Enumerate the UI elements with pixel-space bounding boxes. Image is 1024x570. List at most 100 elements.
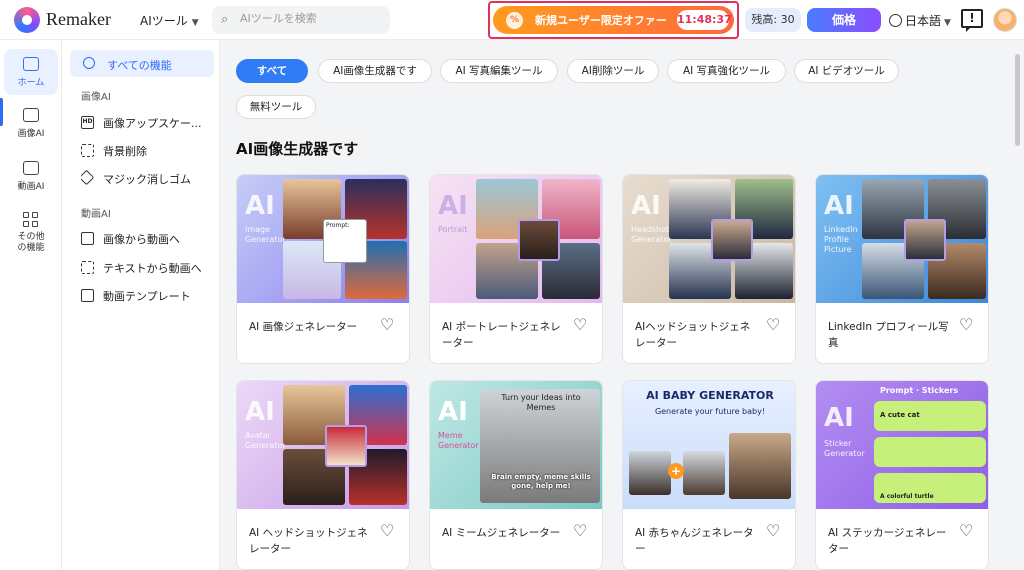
rail-item-home[interactable]: ホーム (4, 49, 58, 95)
card-title: AI ポートレートジェネレーター (442, 321, 561, 349)
card-title: AI ミームジェネレーター (442, 527, 561, 539)
favorite-heart-icon[interactable]: ♡ (959, 315, 973, 334)
video-icon (23, 161, 39, 175)
rail-item-other[interactable]: その他の機能 (4, 212, 58, 260)
tool-card-ai-headshot-generator[interactable]: AI Headshot Generator AIヘッドショットジェネレーター ♡ (622, 174, 796, 364)
sidebar-item-label: 画像アップスケー... (103, 117, 202, 130)
rail-item-image-ai[interactable]: 画像AI (4, 108, 58, 148)
favorite-heart-icon[interactable]: ♡ (766, 521, 780, 540)
eraser-icon (81, 169, 95, 186)
scrollbar-thumb[interactable] (1015, 54, 1020, 146)
card-thumbnail: AI Sticker Generator Prompt · Stickers A… (816, 381, 988, 509)
prompt-box: Prompt: (323, 219, 367, 263)
card-title: AI 画像ジェネレーター (249, 321, 358, 333)
rail-item-label: 動画AI (17, 182, 45, 192)
tool-card-ai-avatar-generator[interactable]: AI Avatar Generator AI ヘッドショットジェネレーター ♡ (236, 380, 410, 570)
thumb-caption: Sticker Generator (824, 439, 865, 458)
card-thumbnail: AI Image Generator Prompt: (237, 175, 409, 303)
sticker-prompt: A colorful turtle (880, 493, 934, 500)
sidebar-item-magic-eraser[interactable]: マジック消しゴム (81, 169, 216, 189)
user-avatar[interactable] (993, 8, 1017, 32)
sidebar-item-text-to-video[interactable]: テキストから動画へ (81, 258, 216, 278)
image-to-video-icon (81, 232, 94, 245)
template-grid-icon (81, 289, 94, 302)
meme-caption-top: Turn your Ideas into Memes (501, 393, 581, 412)
ai-tools-dropdown[interactable]: AIツール ▼ (140, 12, 199, 29)
sidebar-item-video-templates[interactable]: 動画テンプレート (81, 286, 216, 306)
language-label: 日本語 (905, 14, 942, 28)
sidebar-item-label: 動画テンプレート (103, 290, 191, 303)
search-input[interactable] (240, 12, 380, 25)
promo-countdown-timer: 11:48:37 (677, 10, 732, 30)
card-title: AI ステッカージェネレーター (828, 527, 947, 555)
sidebar-item-label: 画像から動画へ (103, 233, 180, 246)
language-selector[interactable]: 日本語 ▼ (889, 12, 951, 29)
sidebar-item-image-to-video[interactable]: 画像から動画へ (81, 229, 216, 249)
thumb-ai-text: AI (824, 191, 854, 221)
favorite-heart-icon[interactable]: ♡ (959, 521, 973, 540)
baby-subtitle: Generate your future baby! (654, 407, 766, 416)
filter-chip-photo-editor[interactable]: AI 写真編集ツール (440, 59, 558, 83)
pricing-button[interactable]: 価格 (807, 8, 881, 32)
tool-card-ai-sticker-generator[interactable]: AI Sticker Generator Prompt · Stickers A… (815, 380, 989, 570)
tool-card-ai-baby-generator[interactable]: AI BABY GENERATOR Generate your future b… (622, 380, 796, 570)
sample-photo (711, 219, 753, 261)
filter-chip-image-generator[interactable]: AI画像生成器です (318, 59, 432, 83)
search-box[interactable]: ⌕ (212, 6, 390, 34)
card-thumbnail: AI Portrait (430, 175, 602, 303)
card-thumbnail: AI Headshot Generator (623, 175, 795, 303)
filter-chip-removal[interactable]: AI削除ツール (567, 59, 659, 83)
thumb-ai-text: AI (438, 191, 468, 221)
tool-card-ai-portrait-generator[interactable]: AI Portrait AI ポートレートジェネレーター ♡ (429, 174, 603, 364)
card-thumbnail: AI LinkedIn Profile Picture (816, 175, 988, 303)
sidebar-item-label: テキストから動画へ (103, 262, 202, 275)
baby-title: AI BABY GENERATOR (646, 389, 774, 402)
filter-chip-video-tools[interactable]: AI ビデオツール (794, 59, 899, 83)
sidebar-item-all-features[interactable]: すべての機能 (70, 50, 214, 77)
sticker-header: Prompt · Stickers (880, 386, 959, 395)
brand-name[interactable]: Remaker (46, 9, 111, 30)
top-header: Remaker AIツール▼ ⌕ % 新規ユーザー限定オファー 11:48:37… (0, 0, 1024, 40)
sample-photo (683, 451, 725, 495)
sticker-row (874, 437, 986, 467)
card-thumbnail: AI BABY GENERATOR Generate your future b… (623, 381, 795, 509)
card-title: AIヘッドショットジェネレーター (635, 321, 751, 349)
plus-icon: + (668, 463, 684, 479)
remaker-logo-icon[interactable] (14, 7, 40, 33)
sample-photo (629, 451, 671, 495)
thumb-ai-text: AI (438, 397, 468, 427)
new-user-offer-button[interactable]: % 新規ユーザー限定オファー 11:48:37 (493, 6, 734, 34)
tool-card-ai-image-generator[interactable]: AI Image Generator Prompt: AI 画像ジェネレーター … (236, 174, 410, 364)
active-indicator (0, 98, 3, 126)
favorite-heart-icon[interactable]: ♡ (573, 315, 587, 334)
card-title: AI 赤ちゃんジェネレーター (635, 527, 754, 555)
card-thumbnail: AI Meme Generator Turn your Ideas into M… (430, 381, 602, 509)
favorite-heart-icon[interactable]: ♡ (766, 315, 780, 334)
tool-card-linkedin-profile-photo[interactable]: AI LinkedIn Profile Picture LinkedIn プロフ… (815, 174, 989, 364)
filter-chip-photo-enhancer[interactable]: AI 写真強化ツール (667, 59, 786, 83)
image-icon (23, 108, 39, 122)
meme-caption-bottom: Brain empty, meme skills gone, help me! (491, 473, 591, 490)
feedback-icon[interactable]: ! (961, 9, 983, 32)
chevron-down-icon: ▼ (944, 18, 951, 28)
thumb-ai-text: AI (631, 191, 661, 221)
globe-icon (889, 14, 902, 27)
tool-card-ai-meme-generator[interactable]: AI Meme Generator Turn your Ideas into M… (429, 380, 603, 570)
text-to-video-icon (81, 261, 94, 274)
left-rail-nav: ホーム 画像AI 動画AI その他の機能 (0, 40, 62, 570)
favorite-heart-icon[interactable]: ♡ (380, 521, 394, 540)
favorite-heart-icon[interactable]: ♡ (573, 521, 587, 540)
feature-sidebar: すべての機能 画像AI HD 画像アップスケー... 背景削除 マジック消しゴム… (62, 40, 220, 570)
rail-item-label: 画像AI (17, 129, 45, 139)
sidebar-section-image-ai: 画像AI (81, 92, 111, 103)
sample-photo (729, 433, 791, 499)
section-title: AI画像生成器です (236, 140, 359, 158)
filter-chip-free-tools[interactable]: 無料ツール (236, 95, 316, 119)
credits-balance: 残高: 30 (745, 8, 801, 32)
rail-item-video-ai[interactable]: 動画AI (4, 161, 58, 201)
filter-chip-all[interactable]: すべて (236, 59, 308, 83)
discount-icon: % (506, 12, 523, 29)
sidebar-item-upscaler[interactable]: HD 画像アップスケー... (81, 113, 216, 133)
sidebar-item-background-remover[interactable]: 背景削除 (81, 141, 216, 161)
favorite-heart-icon[interactable]: ♡ (380, 315, 394, 334)
